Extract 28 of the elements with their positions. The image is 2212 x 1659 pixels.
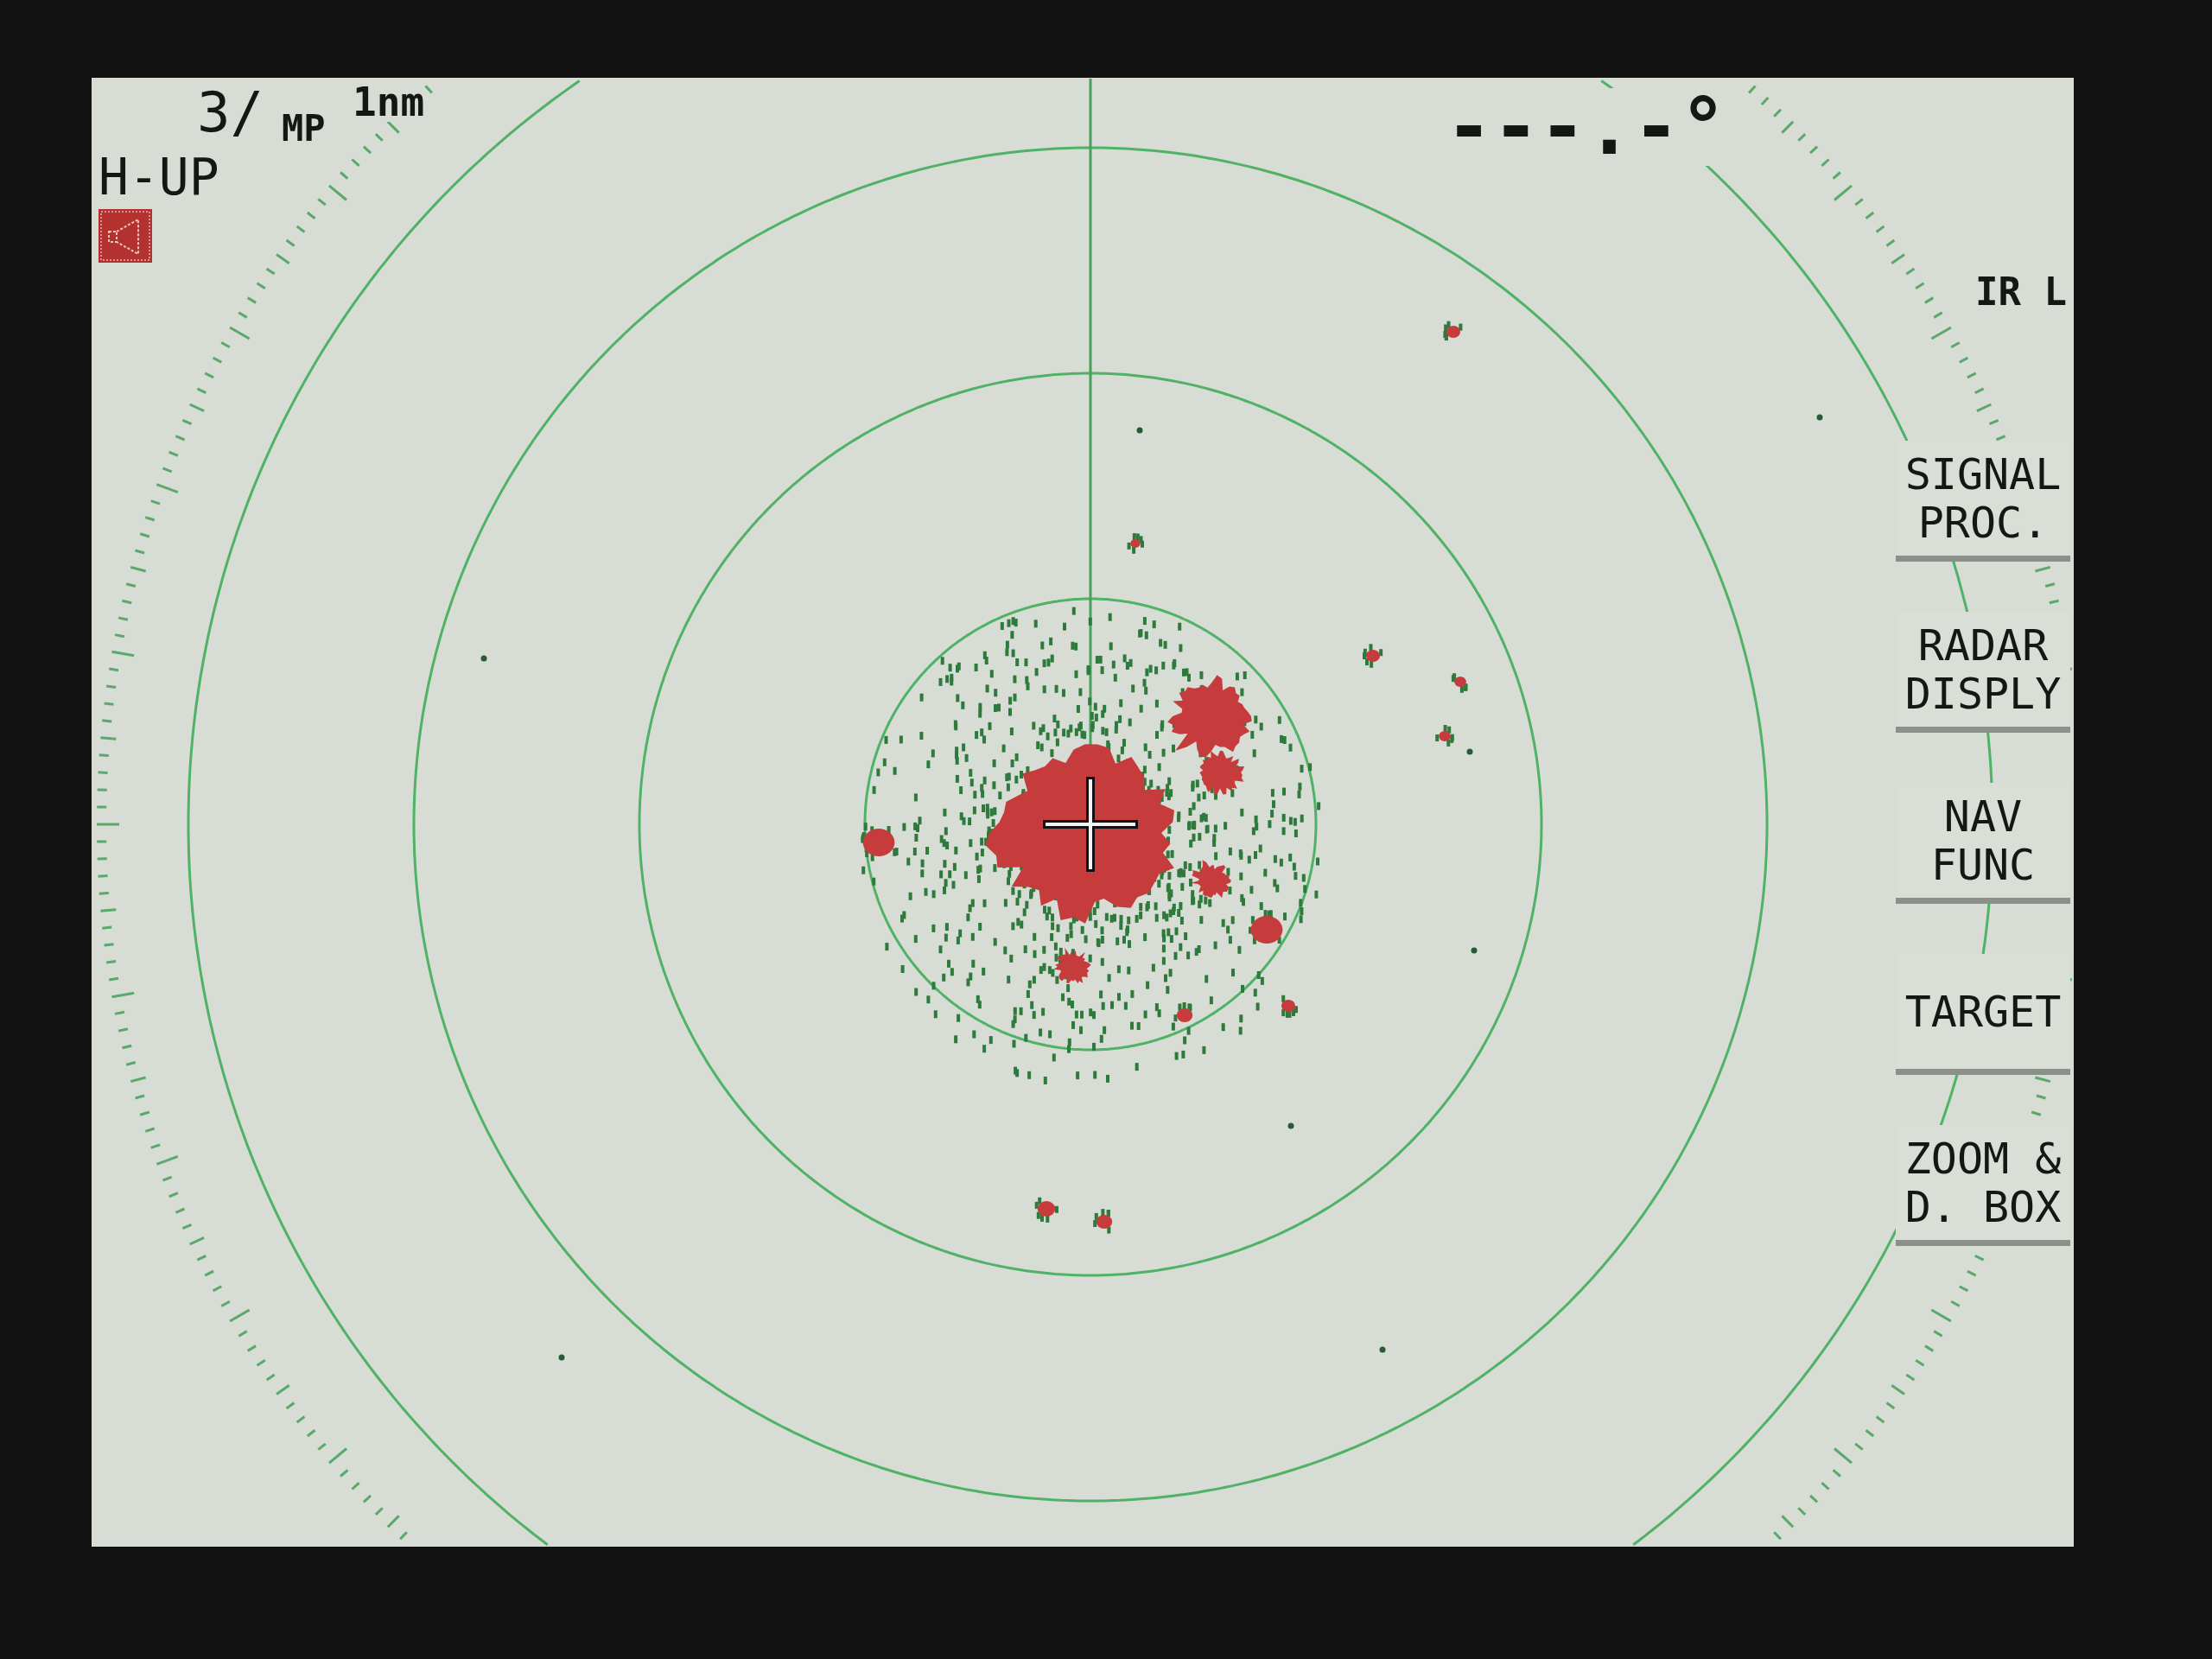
target-echo xyxy=(1281,995,1298,1018)
echo-dot xyxy=(558,1354,565,1361)
echo-dot xyxy=(1287,1122,1294,1129)
menu-key[interactable]: NAV FUNC xyxy=(1896,783,2070,904)
target-echo xyxy=(1034,1197,1058,1223)
echo-dot xyxy=(480,655,487,662)
target-echo xyxy=(861,826,895,861)
echo-dot xyxy=(1816,414,1823,421)
speaker-icon xyxy=(99,209,152,263)
echo-dot xyxy=(1466,748,1473,755)
echo-dot xyxy=(1471,947,1478,954)
target-echo xyxy=(1443,321,1463,341)
target-echo xyxy=(1053,948,1091,984)
menu-key[interactable]: SIGNAL PROC. xyxy=(1896,441,2070,562)
target-echo xyxy=(1173,1002,1193,1022)
echo-dot xyxy=(1379,1346,1386,1353)
menu-key[interactable]: TARGET xyxy=(1896,954,2070,1075)
target-echo xyxy=(1435,725,1454,747)
menu-key[interactable]: RADAR DISPLY xyxy=(1896,612,2070,733)
target-echo xyxy=(1191,860,1231,899)
menu-key[interactable]: ZOOM & D. BOX xyxy=(1896,1125,2070,1246)
target-echo xyxy=(1127,533,1144,554)
target-echo xyxy=(1451,673,1468,693)
echo-dot xyxy=(1136,427,1143,434)
target-echo xyxy=(1363,644,1383,668)
target-echo xyxy=(1093,1209,1113,1234)
target-echo xyxy=(1249,910,1283,944)
crosshair-icon xyxy=(1043,777,1138,872)
